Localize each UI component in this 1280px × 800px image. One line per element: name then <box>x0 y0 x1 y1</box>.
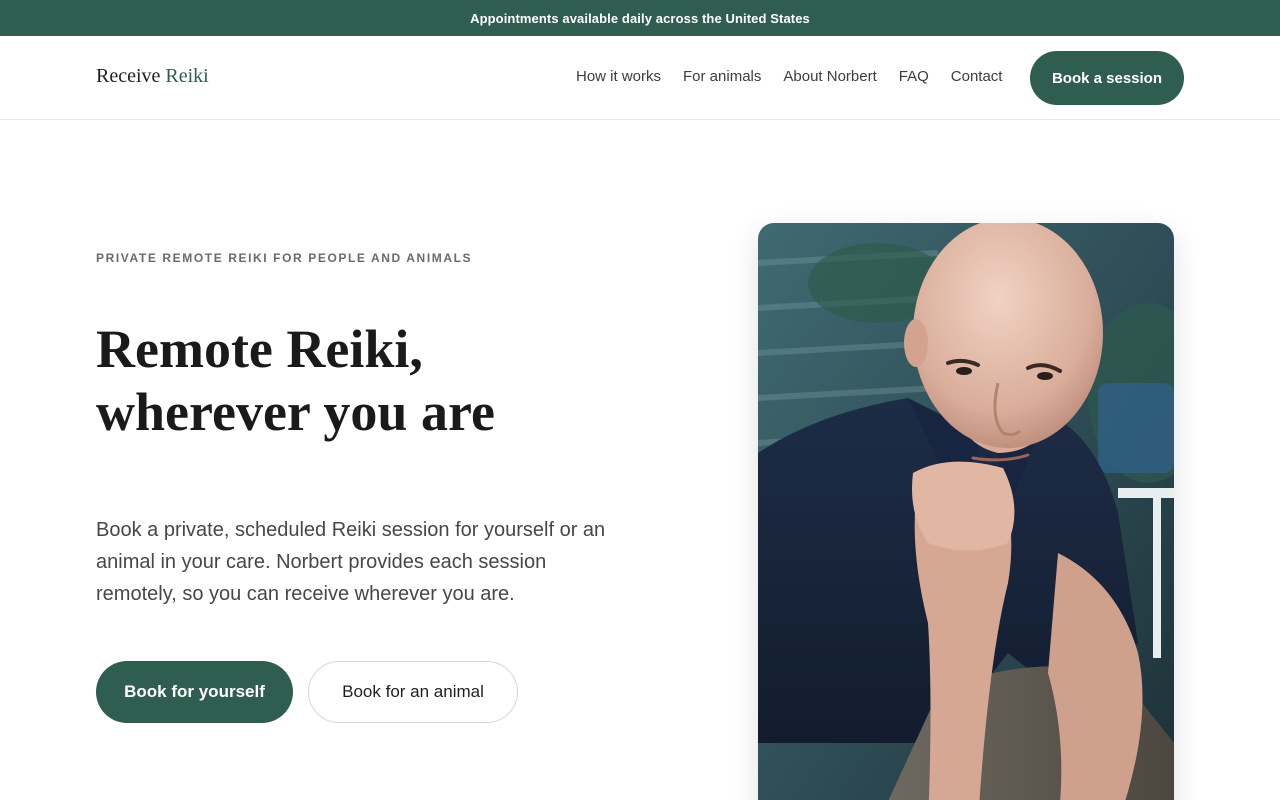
nav-about-norbert[interactable]: About Norbert <box>783 68 876 85</box>
nav-faq[interactable]: FAQ <box>899 68 929 85</box>
site-logo[interactable]: Receive Reiki <box>96 65 209 88</box>
portrait-photo <box>758 223 1174 800</box>
hero-description: Book a private, scheduled Reiki session … <box>96 519 606 605</box>
headline-line-2: wherever you are <box>96 382 495 442</box>
nav-for-animals[interactable]: For animals <box>683 68 761 85</box>
book-for-animal-button[interactable]: Book for an animal <box>308 661 518 723</box>
book-for-yourself-button[interactable]: Book for yourself <box>96 661 293 723</box>
hero-eyebrow: PRIVATE REMOTE REIKI FOR PEOPLE AND ANIM… <box>96 251 473 265</box>
site-header: Receive Reiki How it works For animals A… <box>0 36 1280 120</box>
nav-how-it-works[interactable]: How it works <box>576 68 661 85</box>
main-nav: How it works For animals About Norbert F… <box>576 68 1024 85</box>
announcement-text: Appointments available daily across the … <box>470 10 810 26</box>
headline-line-1: Remote Reiki, <box>96 319 423 379</box>
announcement-bar: Appointments available daily across the … <box>0 0 1280 36</box>
logo-primary: Receive <box>96 65 161 87</box>
book-session-button[interactable]: Book a session <box>1030 51 1184 105</box>
nav-contact[interactable]: Contact <box>951 68 1003 85</box>
hero-headline: Remote Reiki, wherever you are <box>96 318 616 444</box>
portrait-illustration <box>758 223 1174 800</box>
logo-accent: Reiki <box>165 65 209 87</box>
